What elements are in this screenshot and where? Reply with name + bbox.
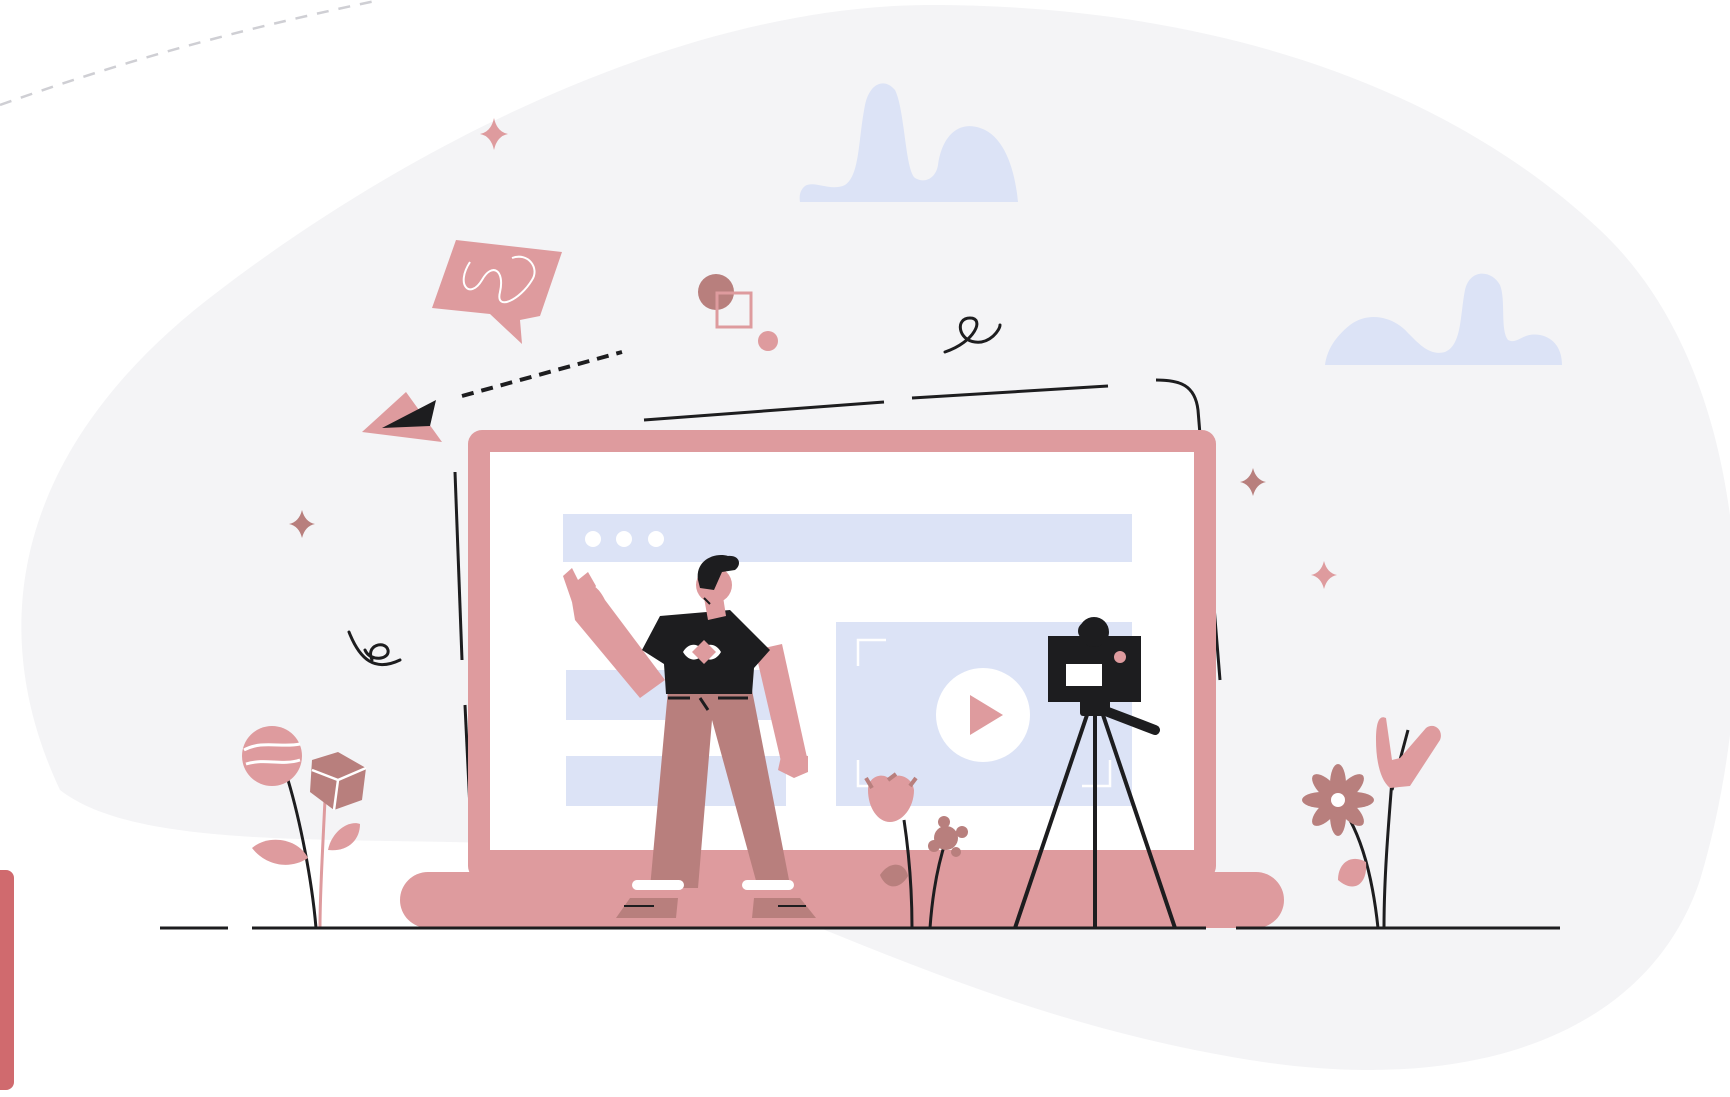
video-creator-illustration: [0, 0, 1730, 1070]
window-dot: [648, 531, 664, 547]
window-dot: [585, 531, 601, 547]
laptop-base: [400, 872, 1284, 928]
window-dot: [616, 531, 632, 547]
side-edge-tab[interactable]: [0, 870, 14, 1090]
dashed-trail: [0, 0, 381, 107]
decor-dot-small: [758, 331, 778, 351]
illustration-stage: [0, 0, 1730, 1097]
